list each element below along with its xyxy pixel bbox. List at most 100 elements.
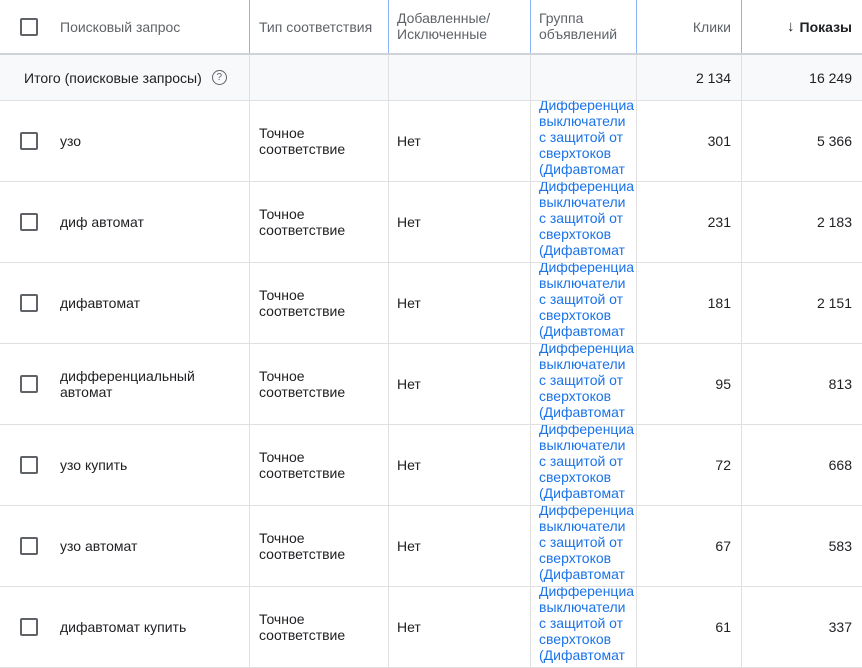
clicks-value: 231 (636, 182, 741, 262)
ad-group-link[interactable]: Дифференциа выключатели с защитой от сверхт… (530, 425, 636, 505)
header-query-label: Поисковый запрос (60, 18, 181, 35)
added-excluded: Нет (388, 506, 530, 586)
ad-group-link-line[interactable]: выключатели (539, 194, 636, 210)
ad-group-link-line[interactable]: Дифференциа (539, 263, 636, 275)
table-row[interactable]: дифавтомат купить Точное соответствие Нет Ди… (0, 587, 862, 668)
ad-group-link[interactable]: Дифференциа выключатели с защитой от сверхт… (530, 182, 636, 262)
header-ad-group[interactable]: Группа объявлений (530, 0, 636, 53)
ad-group-link-line[interactable]: выключатели (539, 437, 636, 453)
added-excluded: Нет (388, 344, 530, 424)
row-checkbox-cell (0, 506, 48, 586)
header-added-line2: Исключенные (397, 26, 488, 42)
ad-group-link[interactable]: Дифференциа выключатели с защитой от сверхт… (530, 506, 636, 586)
ad-group-link-line[interactable]: выключатели (539, 113, 636, 129)
impressions-value: 813 (741, 344, 862, 424)
added-excluded: Нет (388, 182, 530, 262)
header-impressions[interactable]: ↓ Показы (741, 0, 862, 53)
match-type-line1: Точное (259, 368, 305, 384)
row-checkbox[interactable] (20, 294, 38, 312)
row-checkbox[interactable] (20, 213, 38, 231)
ad-group-link-line[interactable]: Дифференциа (539, 344, 636, 356)
ad-group-link-line[interactable]: (Дифавтомат (539, 647, 636, 663)
row-checkbox[interactable] (20, 132, 38, 150)
select-all-checkbox[interactable] (20, 18, 38, 36)
header-impressions-label: Показы (799, 18, 853, 35)
ad-group-link-line[interactable]: выключатели (539, 518, 636, 534)
ad-group-link-line[interactable]: с защитой от (539, 615, 636, 631)
ad-group-link-line[interactable]: с защитой от (539, 129, 636, 145)
header-clicks[interactable]: Клики (636, 0, 741, 53)
ad-group-link-line[interactable]: с защитой от (539, 453, 636, 469)
added-excluded: Нет (388, 263, 530, 343)
impressions-value: 2 151 (741, 263, 862, 343)
row-checkbox[interactable] (20, 375, 38, 393)
row-checkbox[interactable] (20, 456, 38, 474)
match-type: Точное соответствие (249, 587, 388, 667)
match-type: Точное соответствие (249, 182, 388, 262)
totals-empty-cell (530, 55, 636, 100)
row-checkbox-cell (0, 182, 48, 262)
ad-group-link-line[interactable]: с защитой от (539, 534, 636, 550)
table-row[interactable]: диф автомат Точное соответствие Нет Дифферен… (0, 182, 862, 263)
clicks-value: 95 (636, 344, 741, 424)
search-term: дифференциальный автомат (48, 344, 249, 424)
ad-group-link[interactable]: Дифференциа выключатели с защитой от сверхт… (530, 344, 636, 424)
table-row[interactable]: узо автомат Точное соответствие Нет Дифферен… (0, 506, 862, 587)
ad-group-link-line[interactable]: выключатели (539, 356, 636, 372)
match-type-line2: соответствие (259, 384, 346, 400)
ad-group-link-line[interactable]: (Дифавтомат (539, 161, 636, 177)
ad-group-link-line[interactable]: с защитой от (539, 372, 636, 388)
ad-group-link-line[interactable]: (Дифавтомат (539, 566, 636, 582)
added-excluded: Нет (388, 101, 530, 181)
table-row[interactable]: узо Точное соответствие Нет Дифференциа выклю… (0, 101, 862, 182)
match-type: Точное соответствие (249, 344, 388, 424)
header-query[interactable]: Поисковый запрос (48, 0, 249, 53)
header-match-type[interactable]: Тип соответствия (249, 0, 388, 53)
clicks-value: 72 (636, 425, 741, 505)
table-row[interactable]: узо купить Точное соответствие Нет Дифференц… (0, 425, 862, 506)
ad-group-link[interactable]: Дифференциа выключатели с защитой от сверхт… (530, 101, 636, 181)
row-checkbox-cell (0, 587, 48, 667)
match-type-line2: соответствие (259, 627, 346, 643)
ad-group-link-line[interactable]: сверхтоков (539, 226, 636, 242)
table-row[interactable]: дифавтомат Точное соответствие Нет Дифференц… (0, 263, 862, 344)
ad-group-link-line[interactable]: Дифференциа (539, 101, 636, 113)
header-group-line1: Группа (539, 10, 584, 26)
totals-row: Итого (поисковые запросы) ? 2 134 16 249 (0, 55, 862, 101)
ad-group-link-line[interactable]: Дифференциа (539, 182, 636, 194)
ad-group-link-line[interactable]: с защитой от (539, 291, 636, 307)
ad-group-link-line[interactable]: сверхтоков (539, 388, 636, 404)
ad-group-link-line[interactable]: Дифференциа (539, 425, 636, 437)
added-excluded: Нет (388, 587, 530, 667)
header-added-excluded[interactable]: Добавленные/ Исключенные (388, 0, 530, 53)
ad-group-link-line[interactable]: выключатели (539, 275, 636, 291)
match-type-line1: Точное (259, 449, 305, 465)
ad-group-link-line[interactable]: сверхтоков (539, 307, 636, 323)
match-type-line1: Точное (259, 125, 305, 141)
search-term-text: диф автомат (60, 214, 144, 230)
row-checkbox[interactable] (20, 537, 38, 555)
ad-group-link-line[interactable]: (Дифавтомат (539, 323, 636, 339)
ad-group-link-line[interactable]: сверхтоков (539, 550, 636, 566)
ad-group-link-line[interactable]: Дифференциа (539, 506, 636, 518)
ad-group-link-line[interactable]: с защитой от (539, 210, 636, 226)
ad-group-link-line[interactable]: сверхтоков (539, 469, 636, 485)
match-type-line1: Точное (259, 287, 305, 303)
sort-descending-icon: ↓ (787, 18, 795, 35)
ad-group-link-line[interactable]: выключатели (539, 599, 636, 615)
ad-group-link-line[interactable]: сверхтоков (539, 631, 636, 647)
search-term-text: узо автомат (60, 538, 138, 554)
match-type-line2: соответствие (259, 141, 346, 157)
ad-group-link-line[interactable]: сверхтоков (539, 145, 636, 161)
ad-group-link-line[interactable]: (Дифавтомат (539, 242, 636, 258)
match-type-line1: Точное (259, 611, 305, 627)
ad-group-link[interactable]: Дифференциа выключатели с защитой от сверхт… (530, 587, 636, 667)
ad-group-link-line[interactable]: Дифференциа (539, 587, 636, 599)
impressions-value: 5 366 (741, 101, 862, 181)
ad-group-link-line[interactable]: (Дифавтомат (539, 485, 636, 501)
table-row[interactable]: дифференциальный автомат Точное соответств… (0, 344, 862, 425)
row-checkbox[interactable] (20, 618, 38, 636)
help-icon[interactable]: ? (211, 70, 227, 85)
ad-group-link-line[interactable]: (Дифавтомат (539, 404, 636, 420)
ad-group-link[interactable]: Дифференциа выключатели с защитой от сверхт… (530, 263, 636, 343)
